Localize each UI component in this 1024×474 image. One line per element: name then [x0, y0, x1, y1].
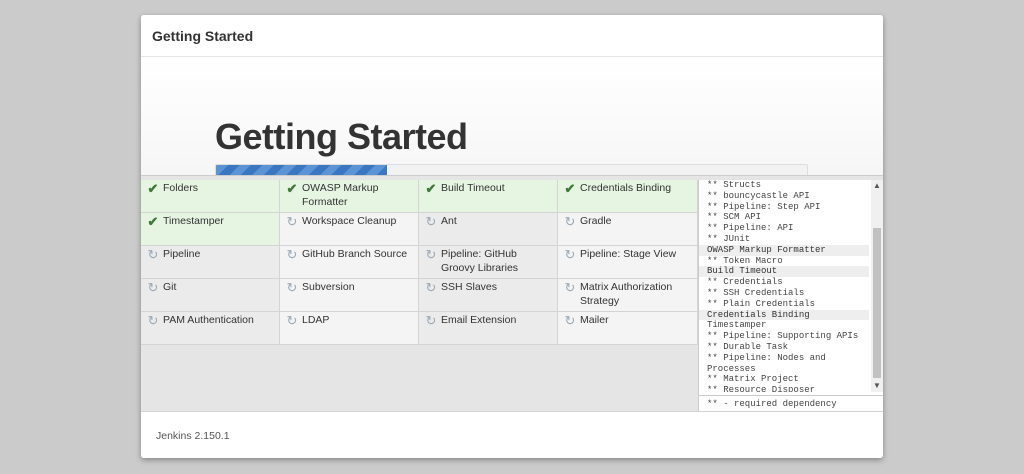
log-line: ** Token Macro: [707, 255, 783, 266]
refresh-icon: ↻: [425, 280, 437, 295]
refresh-icon: ↻: [564, 214, 576, 229]
plugin-label: Workspace Cleanup: [302, 215, 397, 227]
check-icon: ✔: [147, 214, 159, 229]
refresh-icon: ↻: [147, 313, 159, 328]
dialog-title: Getting Started: [152, 28, 254, 44]
log-line: ** Structs: [707, 180, 762, 190]
plugin-label: Pipeline: GitHub Groovy Libraries: [441, 248, 519, 274]
plugin-item: ↻ Gradle: [558, 213, 698, 246]
refresh-icon: ↻: [564, 280, 576, 295]
plugin-label: Folders: [163, 182, 199, 194]
refresh-icon: ↻: [425, 214, 437, 229]
plugin-label: Gradle: [580, 215, 612, 227]
refresh-icon: ↻: [286, 313, 298, 328]
plugin-label: Ant: [441, 215, 457, 227]
log-line: ** Durable Task: [707, 341, 789, 352]
log-scrollbar[interactable]: ▲ ▼: [871, 180, 883, 392]
refresh-icon: ↻: [147, 247, 159, 262]
refresh-icon: ↻: [564, 313, 576, 328]
log-line: Build Timeout: [699, 266, 869, 278]
dialog-header: Getting Started: [141, 15, 883, 57]
log-line: ** Pipeline: Supporting APIs: [707, 331, 859, 342]
hero-banner: Getting Started: [141, 57, 883, 175]
log-line: Credentials Binding: [699, 309, 869, 321]
plugin-item: ↻ Mailer: [558, 312, 698, 345]
log-line: ** SSH Credentials: [707, 287, 805, 298]
plugin-item: ↻ Pipeline: GitHub Groovy Libraries: [419, 246, 558, 279]
plugin-item: ↻ Git: [141, 279, 280, 312]
check-icon: ✔: [147, 181, 159, 196]
log-line: ** SCM API: [707, 212, 762, 223]
refresh-icon: ↻: [564, 247, 576, 262]
plugin-label: Git: [163, 281, 177, 293]
log-line: ** Pipeline: Nodes and Processes: [707, 352, 826, 374]
log-legend: ** - required dependency: [699, 395, 883, 412]
plugin-item: ✔ Build Timeout: [419, 180, 558, 213]
dialog-footer: Jenkins 2.150.1: [141, 411, 883, 458]
plugin-item: ↻ Email Extension: [419, 312, 558, 345]
log-line: ** Plain Credentials: [707, 298, 816, 309]
check-icon: ✔: [564, 181, 576, 196]
page-title: Getting Started: [215, 116, 468, 157]
plugin-label: OWASP Markup Formatter: [302, 182, 379, 208]
plugin-label: Email Extension: [441, 314, 517, 326]
log-line: ** Pipeline: Step API: [707, 201, 821, 212]
refresh-icon: ↻: [147, 280, 159, 295]
check-icon: ✔: [286, 181, 298, 196]
setup-wizard-dialog: Getting Started Getting Started ✔ Folders…: [141, 15, 883, 458]
plugin-label: LDAP: [302, 314, 330, 326]
log-line: ** Credentials: [707, 277, 783, 288]
plugin-item: ✔ Credentials Binding: [558, 180, 698, 213]
plugin-item: ✔ Folders: [141, 180, 280, 213]
scroll-down-icon[interactable]: ▼: [871, 380, 883, 392]
scroll-thumb[interactable]: [873, 228, 881, 378]
refresh-icon: ↻: [425, 313, 437, 328]
plugin-item: ↻ Ant: [419, 213, 558, 246]
plugin-label: GitHub Branch Source: [302, 248, 408, 260]
plugin-item: ↻ Matrix Authorization Strategy: [558, 279, 698, 312]
plugin-item: ↻ LDAP: [280, 312, 419, 345]
log-line: ** bouncycastle API: [707, 190, 810, 201]
plugin-item: ↻ PAM Authentication: [141, 312, 280, 345]
plugin-item: ✔ Timestamper: [141, 213, 280, 246]
plugin-label: Build Timeout: [441, 182, 505, 194]
log-line: ** Pipeline: API: [707, 223, 794, 234]
refresh-icon: ↻: [286, 247, 298, 262]
plugin-label: Timestamper: [163, 215, 224, 227]
plugin-label: PAM Authentication: [163, 314, 254, 326]
plugin-item: ↻ Pipeline: [141, 246, 280, 279]
scroll-up-icon[interactable]: ▲: [871, 180, 883, 192]
plugin-label: Pipeline: [163, 248, 201, 260]
plugin-item: ↻ Pipeline: Stage View: [558, 246, 698, 279]
log-line: ** Resource Disposer: [707, 385, 816, 392]
plugin-label: Pipeline: Stage View: [580, 248, 677, 260]
log-line: OWASP Markup Formatter: [699, 244, 869, 256]
plugin-label: SSH Slaves: [441, 281, 498, 293]
refresh-icon: ↻: [286, 214, 298, 229]
check-icon: ✔: [425, 181, 437, 196]
refresh-icon: ↻: [286, 280, 298, 295]
plugin-item: ↻ Workspace Cleanup: [280, 213, 419, 246]
plugin-item: ✔ OWASP Markup Formatter: [280, 180, 419, 213]
plugin-item: ↻ Subversion: [280, 279, 419, 312]
plugin-label: Mailer: [580, 314, 609, 326]
refresh-icon: ↻: [425, 247, 437, 262]
plugin-label: Matrix Authorization Strategy: [580, 281, 673, 307]
install-log-text[interactable]: ** Structs ** bouncycastle API ** Pipeline…: [699, 180, 869, 392]
jenkins-version: Jenkins 2.150.1: [156, 430, 230, 442]
log-line: ** Matrix Project: [707, 374, 799, 385]
plugin-grid: ✔ Folders ✔ OWASP Markup Formatter ✔ Build Ti…: [141, 180, 698, 345]
plugin-item: ↻ GitHub Branch Source: [280, 246, 419, 279]
log-line: ** JUnit: [707, 233, 751, 244]
plugin-label: Subversion: [302, 281, 355, 293]
plugin-install-panel: ✔ Folders ✔ OWASP Markup Formatter ✔ Build Ti…: [141, 175, 883, 412]
plugin-label: Credentials Binding: [580, 182, 672, 194]
install-log: ** Structs ** bouncycastle API ** Pipeline…: [698, 180, 883, 412]
plugin-item: ↻ SSH Slaves: [419, 279, 558, 312]
log-line: Timestamper: [707, 320, 767, 331]
